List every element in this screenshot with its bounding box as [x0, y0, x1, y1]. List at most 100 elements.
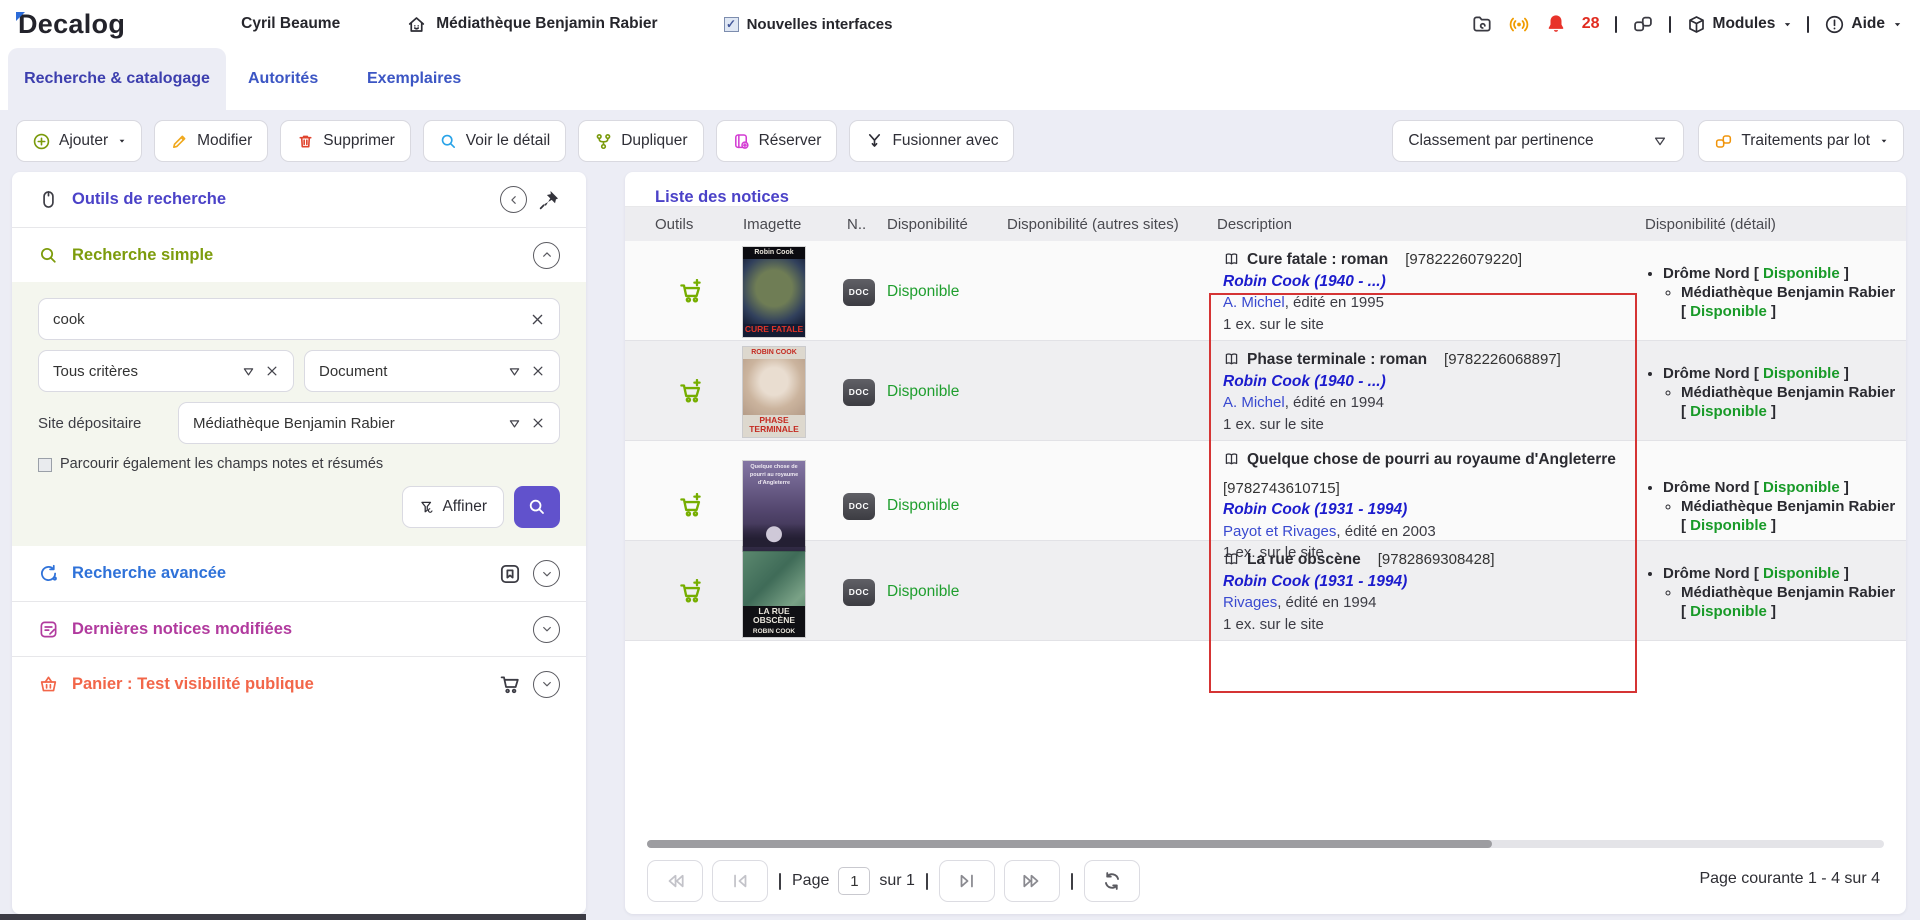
fast-forward-button[interactable] [1004, 860, 1060, 902]
record-publisher-link[interactable]: Rivages [1223, 594, 1277, 611]
cover-author-text: ROBIN COOK [743, 628, 805, 637]
add-to-cart-icon[interactable] [678, 379, 704, 405]
files-icon[interactable] [1471, 13, 1493, 35]
tab-label: Recherche & catalogage [24, 70, 210, 88]
table-row[interactable]: Quelque chose de pourri au royaume d'Ang… [625, 441, 1906, 541]
book-cover-thumbnail[interactable]: ROBIN COOK PHASE TERMINALE [743, 347, 805, 437]
current-site[interactable]: Médiathèque Benjamin Rabier [406, 14, 657, 35]
note-edit-icon [38, 619, 59, 640]
simple-search-title: Recherche simple [72, 246, 213, 265]
collapse-section-button[interactable] [533, 242, 560, 269]
record-description[interactable]: Cure fatale : roman [9782226079220] Robi… [1209, 241, 1637, 343]
fast-rewind-button[interactable] [647, 860, 703, 902]
launch-search-button[interactable] [514, 486, 560, 528]
bookmark-square-icon[interactable] [498, 562, 522, 586]
clear-icon[interactable] [531, 416, 545, 430]
delete-button[interactable]: Supprimer [280, 120, 411, 162]
notifications-bell-icon[interactable] [1545, 13, 1567, 35]
advanced-search-header[interactable]: Recherche avancée [12, 546, 586, 601]
add-to-cart-icon[interactable] [678, 579, 704, 605]
notes-checkbox-row[interactable]: Parcourir également les champs notes et … [38, 456, 560, 472]
open-book-icon [1223, 451, 1240, 468]
add-button[interactable]: Ajouter [16, 120, 142, 162]
clear-icon[interactable] [530, 312, 545, 327]
criteria-select[interactable]: Tous critères [38, 350, 294, 392]
view-detail-button[interactable]: Voir le détail [423, 120, 566, 162]
edit-button[interactable]: Modifier [154, 120, 268, 162]
collapse-panel-button[interactable] [500, 186, 527, 213]
horizontal-scrollbar-thumb[interactable] [647, 840, 1492, 848]
add-to-cart-icon[interactable] [678, 493, 704, 519]
site-select[interactable]: Médiathèque Benjamin Rabier [178, 402, 560, 444]
cover-title-text: CURE FATALE [743, 324, 805, 337]
last-modified-header[interactable]: Dernières notices modifiées [12, 601, 586, 656]
help-menu[interactable]: Aide [1824, 14, 1902, 35]
record-publisher-link[interactable]: A. Michel [1223, 394, 1285, 411]
book-cover-thumbnail[interactable]: Robin Cook CURE FATALE [743, 247, 805, 337]
simple-search-header[interactable]: Recherche simple [12, 227, 586, 282]
search-term-field[interactable] [38, 298, 560, 340]
triangle-down-icon[interactable] [507, 364, 522, 379]
batch-actions-button[interactable]: Traitements par lot [1698, 120, 1904, 162]
cart-icon[interactable] [498, 672, 522, 696]
triangle-down-icon[interactable] [241, 364, 256, 379]
expand-section-button[interactable] [533, 616, 560, 643]
cover-author-text: ROBIN COOK [743, 347, 805, 359]
beacon-icon[interactable] [1508, 13, 1530, 35]
help-icon [1824, 14, 1845, 35]
pin-icon[interactable] [538, 189, 560, 211]
add-to-cart-icon[interactable] [678, 279, 704, 305]
book-cover-thumbnail[interactable]: Quelque chose de pourri au royaume d'Ang… [743, 461, 805, 551]
table-row[interactable]: ROBIN COOK PHASE TERMINALE DOC Disponibl… [625, 341, 1906, 441]
merge-button[interactable]: Fusionner avec [849, 120, 1014, 162]
decalog-logo[interactable]: Decalog [18, 9, 125, 40]
chain-icon [1714, 132, 1733, 151]
reserve-button[interactable]: Réserver [716, 120, 838, 162]
tab-recherche-catalogage[interactable]: Recherche & catalogage [8, 48, 226, 110]
first-page-button[interactable] [712, 860, 768, 902]
notification-count-badge[interactable]: 28 [1582, 15, 1600, 33]
app-header: Decalog Cyril Beaume Médiathèque Benjami… [0, 0, 1920, 48]
batch-actions-label: Traitements par lot [1741, 132, 1870, 150]
bracket: ] [1844, 565, 1849, 582]
link-icon[interactable] [1632, 13, 1654, 35]
availability-detail: Drôme Nord [ Disponible ] Médiathèque Be… [1637, 558, 1906, 627]
table-row[interactable]: LA RUE OBSCÈNE ROBIN COOK DOC Disponible… [625, 541, 1906, 641]
record-author-link[interactable]: Robin Cook (1940 - ...) [1223, 373, 1386, 390]
next-page-button[interactable] [939, 860, 995, 902]
page-number-input[interactable] [838, 867, 870, 895]
expand-section-button[interactable] [533, 560, 560, 587]
record-author-link[interactable]: Robin Cook (1931 - 1994) [1223, 501, 1407, 518]
library-house-icon [406, 14, 427, 35]
table-row[interactable]: Robin Cook CURE FATALE DOC Disponible Cu… [625, 241, 1906, 341]
main-tabstrip: Recherche & catalogage Autorités Exempla… [0, 48, 1920, 110]
modules-menu[interactable]: Modules [1686, 14, 1793, 35]
record-description[interactable]: La rue obscène [9782869308428] Robin Coo… [1209, 541, 1637, 643]
new-interfaces-checkbox[interactable]: ✓ [724, 17, 739, 32]
record-publisher-link[interactable]: Payot et Rivages [1223, 523, 1336, 540]
search-term-input[interactable] [53, 311, 530, 328]
refresh-button[interactable] [1084, 860, 1140, 902]
notes-checkbox[interactable] [38, 458, 52, 472]
tab-autorites[interactable]: Autorités [248, 48, 318, 110]
duplicate-button[interactable]: Dupliquer [578, 120, 703, 162]
sort-order-select[interactable]: Classement par pertinence [1392, 120, 1684, 162]
triangle-down-icon[interactable] [507, 416, 522, 431]
duplicate-label: Dupliquer [621, 132, 687, 150]
clear-icon[interactable] [531, 364, 545, 378]
record-author-link[interactable]: Robin Cook (1940 - ...) [1223, 273, 1386, 290]
tab-exemplaires[interactable]: Exemplaires [367, 48, 461, 110]
clear-icon[interactable] [265, 364, 279, 378]
record-author-link[interactable]: Robin Cook (1931 - 1994) [1223, 573, 1407, 590]
expand-section-button[interactable] [533, 671, 560, 698]
book-cover-thumbnail[interactable]: LA RUE OBSCÈNE ROBIN COOK [743, 547, 805, 637]
record-publisher-link[interactable]: A. Michel [1223, 294, 1285, 311]
doctype-select[interactable]: Document [304, 350, 560, 392]
cover-author-text: Robin Cook [743, 247, 805, 259]
refine-button[interactable]: Affiner [402, 486, 504, 528]
record-description[interactable]: Phase terminale : roman [9782226068897] … [1209, 341, 1637, 443]
basket-header[interactable]: Panier : Test visibilité publique [12, 656, 586, 711]
new-interfaces-toggle[interactable]: ✓ Nouvelles interfaces [724, 16, 893, 33]
new-interfaces-label: Nouvelles interfaces [747, 16, 893, 33]
cover-art [743, 547, 805, 606]
